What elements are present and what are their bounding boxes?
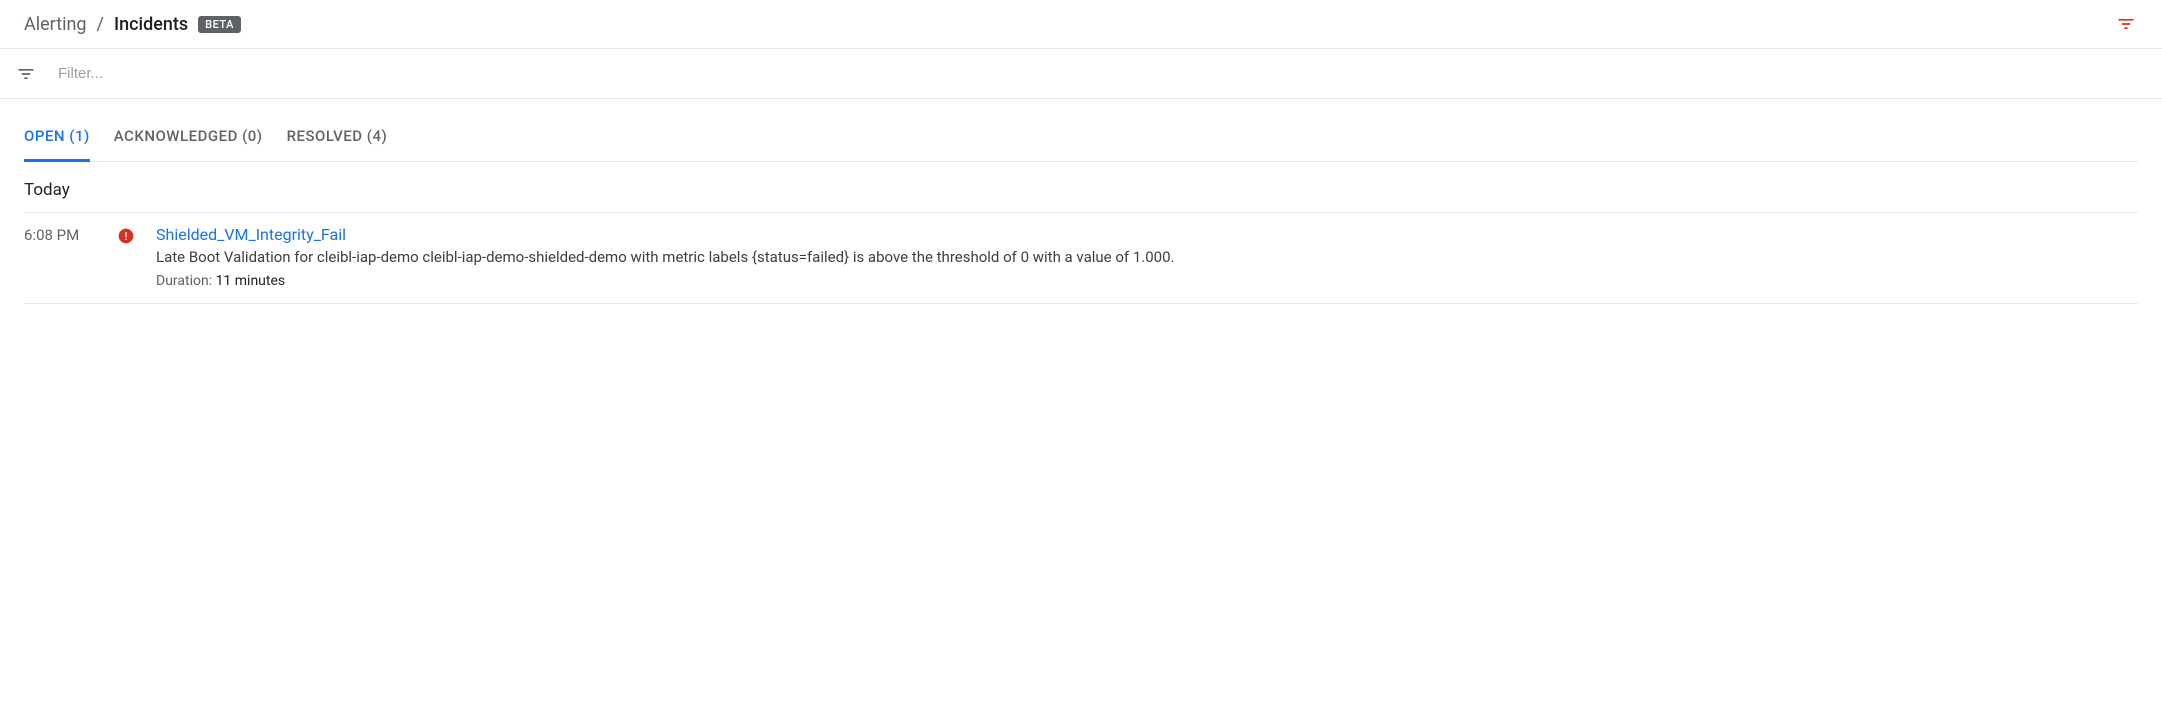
tabs: OPEN (1) ACKNOWLEDGED (0) RESOLVED (4) xyxy=(24,127,2138,162)
header-actions xyxy=(2114,12,2138,36)
filter-input[interactable] xyxy=(58,59,2148,88)
filter-bar xyxy=(0,49,2162,99)
duration-label: Duration: xyxy=(156,273,216,289)
breadcrumb: Alerting / Incidents BETA xyxy=(24,14,241,35)
tab-open[interactable]: OPEN (1) xyxy=(24,127,90,162)
incident-description: Late Boot Validation for cleibl-iap-demo… xyxy=(156,247,2138,268)
breadcrumb-current: Incidents xyxy=(114,14,188,35)
incident-body: Shielded_VM_Integrity_Fail Late Boot Val… xyxy=(156,225,2138,289)
incident-row: 6:08 PM Shielded_VM_Integrity_Fail Late … xyxy=(24,212,2138,304)
tab-acknowledged[interactable]: ACKNOWLEDGED (0) xyxy=(114,127,263,162)
beta-badge: BETA xyxy=(198,16,241,33)
filter-list-icon[interactable] xyxy=(2114,12,2138,36)
incident-time: 6:08 PM xyxy=(24,225,96,244)
incident-duration: Duration: 11 minutes xyxy=(156,273,2138,289)
content-area: OPEN (1) ACKNOWLEDGED (0) RESOLVED (4) T… xyxy=(0,127,2162,304)
duration-value: 11 minutes xyxy=(216,273,286,289)
page-header: Alerting / Incidents BETA xyxy=(0,0,2162,49)
tab-resolved[interactable]: RESOLVED (4) xyxy=(287,127,388,162)
breadcrumb-separator: / xyxy=(97,14,104,35)
filter-icon[interactable] xyxy=(14,62,38,86)
breadcrumb-parent[interactable]: Alerting xyxy=(24,14,87,35)
error-icon xyxy=(118,228,134,244)
date-group-header: Today xyxy=(24,162,2138,212)
incident-title-link[interactable]: Shielded_VM_Integrity_Fail xyxy=(156,225,2138,244)
